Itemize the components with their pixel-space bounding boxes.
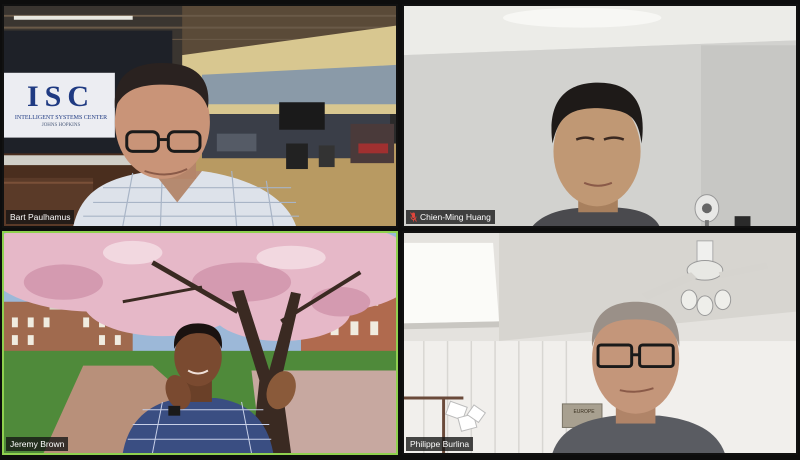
participant-name: Chien-Ming Huang: [420, 212, 491, 222]
video-feed-chien-ming: [404, 6, 796, 226]
nameplate-philippe: Philippe Burlina: [406, 437, 474, 451]
nameplate-chien-ming: Chien-Ming Huang: [406, 210, 495, 224]
participant-name: Jeremy Brown: [10, 439, 65, 449]
video-tile-chien-ming-huang[interactable]: Chien-Ming Huang: [402, 4, 798, 228]
isc-sign-footer: JOHNS HOPKINS: [41, 123, 81, 128]
video-feed-jeremy: [4, 233, 396, 453]
isc-sign-letters: ISC: [26, 80, 96, 113]
isc-sign: ISC INTELLIGENT SYSTEMS CENTER JOHNS HOP…: [6, 74, 116, 140]
nameplate-jeremy: Jeremy Brown: [6, 437, 69, 451]
video-tile-jeremy-brown[interactable]: Jeremy Brown: [2, 231, 398, 455]
participant-name: Philippe Burlina: [410, 439, 470, 449]
wall-poster-text: EUROPE: [573, 409, 595, 415]
video-tile-bart-paulhamus[interactable]: ISC INTELLIGENT SYSTEMS CENTER JOHNS HOP…: [2, 4, 398, 228]
video-tile-philippe-burlina[interactable]: EUROPE Philippe Burlina: [402, 231, 798, 455]
wall-poster: EUROPE: [564, 407, 604, 431]
participant-name: Bart Paulhamus: [10, 212, 71, 222]
video-grid: ISC INTELLIGENT SYSTEMS CENTER JOHNS HOP…: [0, 0, 800, 460]
muted-mic-icon: [410, 212, 417, 222]
isc-sign-subtitle: INTELLIGENT SYSTEMS CENTER: [14, 115, 108, 121]
nameplate-bart: Bart Paulhamus: [6, 210, 75, 224]
